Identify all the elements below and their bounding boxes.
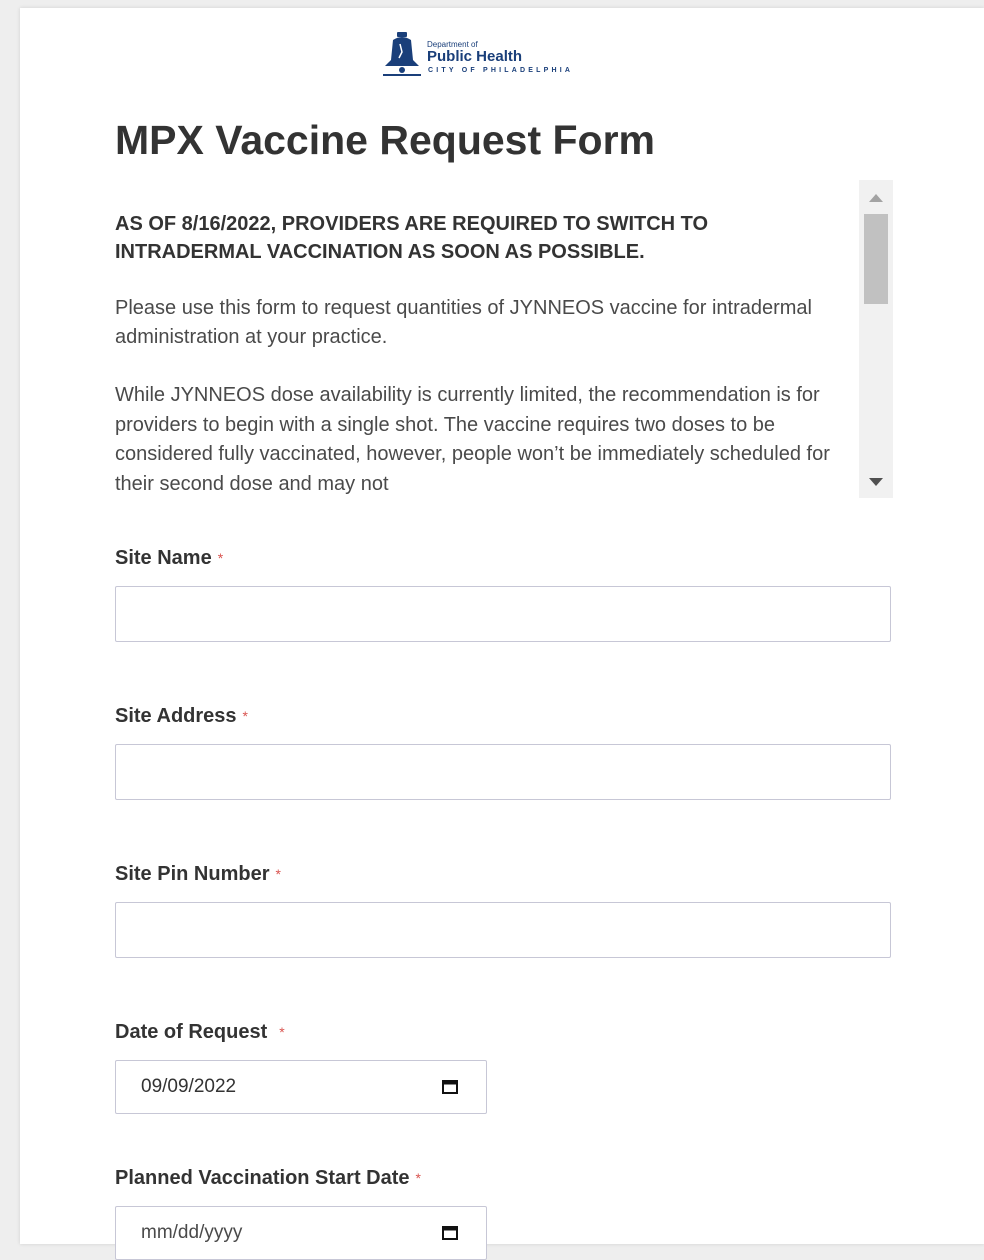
site-address-input[interactable]	[115, 744, 891, 800]
logo-public-health-text: Public Health	[427, 48, 523, 65]
site-address-label: Site Address *	[115, 704, 248, 728]
form-description-scroll-area[interactable]: AS OF 8/16/2022, PROVIDERS ARE REQUIRED …	[115, 180, 893, 498]
calendar-icon[interactable]	[442, 1226, 458, 1240]
scroll-up-arrow-icon[interactable]	[869, 194, 883, 202]
site-pin-number-label-text: Site Pin Number	[115, 863, 270, 885]
logo-city-text: CITY OF PHILADELPHIA	[428, 67, 574, 74]
required-marker: *	[279, 1024, 285, 1040]
scroll-down-arrow-icon[interactable]	[869, 478, 883, 486]
description-scrollbar[interactable]	[859, 180, 893, 498]
required-marker: *	[242, 708, 248, 724]
site-address-label-text: Site Address	[115, 705, 237, 727]
calendar-icon[interactable]	[442, 1080, 458, 1094]
description-heading: AS OF 8/16/2022, PROVIDERS ARE REQUIRED …	[115, 213, 709, 263]
site-pin-number-input[interactable]	[115, 902, 891, 958]
required-marker: *	[415, 1170, 421, 1186]
form-page: Department of Public Health CITY OF PHIL…	[20, 8, 984, 1260]
date-of-request-label-text: Date of Request	[115, 1021, 268, 1043]
required-marker: *	[275, 866, 281, 882]
planned-start-date-label-text: Planned Vaccination Start Date	[115, 1167, 410, 1189]
site-name-label-text: Site Name	[115, 547, 212, 569]
description-paragraph-2: While JYNNEOS dose availability is curre…	[115, 384, 830, 495]
site-name-label: Site Name *	[115, 546, 223, 570]
site-name-input[interactable]	[115, 586, 891, 642]
page-title: MPX Vaccine Request Form	[115, 117, 656, 163]
planned-start-date-input[interactable]: mm/dd/yyyy	[115, 1206, 487, 1260]
planned-start-date-label: Planned Vaccination Start Date *	[115, 1166, 421, 1190]
date-of-request-value: 09/09/2022	[141, 1076, 237, 1097]
required-marker: *	[217, 550, 224, 566]
department-logo: Department of Public Health CITY OF PHIL…	[383, 30, 623, 82]
date-of-request-label: Date of Request *	[115, 1020, 285, 1044]
site-pin-number-label: Site Pin Number *	[115, 862, 281, 886]
liberty-bell-icon	[383, 32, 421, 76]
date-of-request-input[interactable]: 09/09/2022	[115, 1060, 487, 1114]
description-paragraph-1: Please use this form to request quantiti…	[115, 297, 812, 348]
planned-start-date-placeholder: mm/dd/yyyy	[141, 1222, 243, 1243]
scrollbar-thumb[interactable]	[864, 214, 888, 304]
